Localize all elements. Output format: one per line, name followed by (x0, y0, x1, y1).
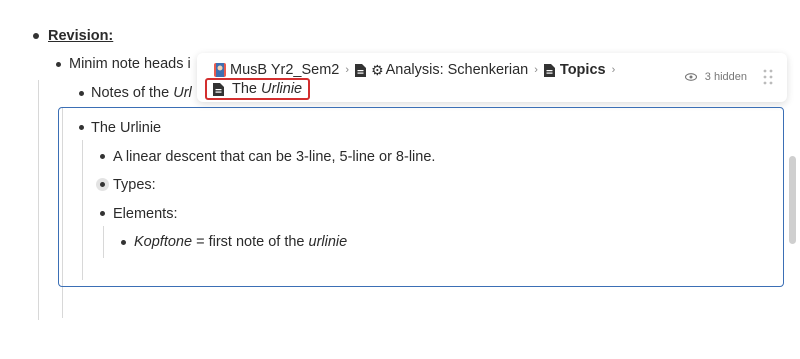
bullet (79, 125, 84, 130)
document-icon (355, 63, 367, 77)
bullet (56, 62, 61, 67)
bullet (100, 182, 105, 187)
breadcrumb-item-analysis[interactable]: ⚙ Analysis: Schenkerian (371, 62, 528, 79)
focused-block[interactable] (58, 107, 784, 287)
bullet (33, 33, 39, 39)
bullet (100, 211, 105, 216)
indent-guide (38, 80, 39, 320)
linear-descent-text[interactable]: A linear descent that can be 3-line, 5-l… (113, 148, 435, 166)
breadcrumb-item-musb[interactable]: MusB Yr2_Sem2 (213, 62, 339, 78)
hidden-count[interactable]: 3 hidden (684, 71, 747, 83)
drag-handle-icon[interactable] (763, 69, 773, 85)
indent-guide (82, 140, 83, 280)
notes-of-the-urlinie-text[interactable]: Notes of the Url (91, 84, 192, 102)
chevron-right-icon: › (345, 64, 350, 76)
breadcrumb-current-page[interactable]: The Urlinie (205, 78, 310, 100)
bullet (79, 91, 84, 96)
book-icon (214, 63, 226, 77)
breadcrumb-popup: MusB Yr2_Sem2 › ⚙ Analysis: Schenkerian … (197, 53, 787, 102)
revision-heading[interactable]: Revision: (48, 27, 113, 45)
document-icon (543, 63, 555, 77)
types-text[interactable]: Types: (113, 176, 156, 194)
breadcrumb-item-topics[interactable]: Topics (560, 62, 606, 78)
eye-icon (684, 73, 697, 81)
scrollbar[interactable] (789, 156, 796, 244)
bullet (100, 154, 105, 159)
document-icon (213, 82, 224, 96)
chevron-right-icon: › (611, 64, 616, 76)
breadcrumb: MusB Yr2_Sem2 › ⚙ Analysis: Schenkerian … (213, 61, 621, 79)
kopftone-text[interactable]: Kopftone = first note of the urlinie (134, 233, 347, 251)
minim-note-text[interactable]: Minim note heads i (69, 55, 191, 73)
chevron-right-icon: › (534, 64, 538, 76)
urlinie-title[interactable]: The Urlinie (91, 119, 161, 137)
elements-text[interactable]: Elements: (113, 205, 177, 223)
gear-icon: ⚙ (371, 61, 384, 78)
bullet (121, 240, 126, 245)
indent-guide (103, 226, 104, 258)
